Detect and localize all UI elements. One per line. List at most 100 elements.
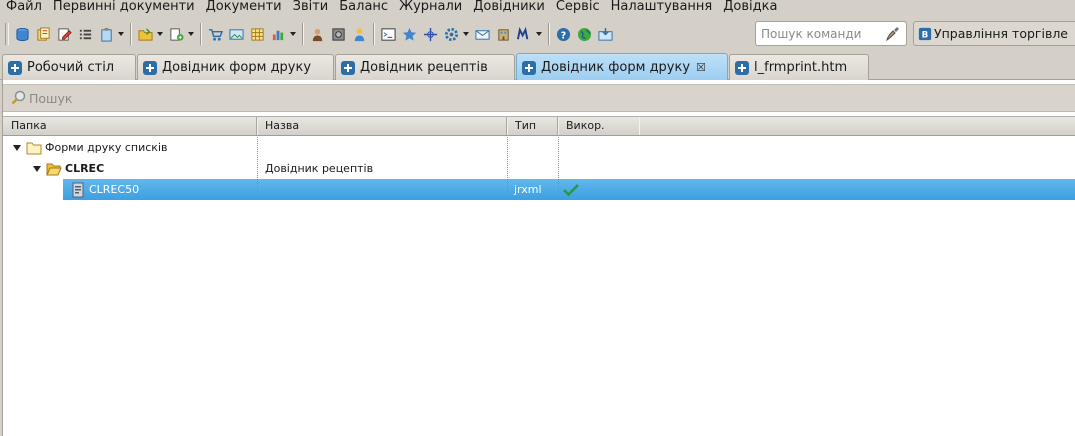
toolbar-separator [200,23,202,45]
menu-balance[interactable]: Баланс [339,0,388,14]
table-row[interactable]: Форми друку списків [3,137,1075,158]
toolbar-separator [373,23,375,45]
documents-icon[interactable] [33,23,54,45]
folder-label: Форми друку списків [45,141,168,154]
chart-dropdown[interactable] [268,23,299,45]
tab-label: Довідник форм друку [541,60,691,75]
table-row-selected[interactable]: CLREC50 jrxml [3,179,1075,200]
folder-cell: Форми друку списків [10,137,168,158]
new-document-dropdown[interactable] [166,23,197,45]
person-icon[interactable] [349,23,370,45]
list-icon[interactable] [75,23,96,45]
help-icon[interactable]: ? [553,23,574,45]
column-used[interactable]: Викор. [558,117,640,135]
open-folder-icon [46,163,62,175]
settings-dropdown[interactable] [441,23,472,45]
menu-file[interactable]: Файл [6,0,42,14]
safe-icon[interactable] [328,23,349,45]
toolbar-separator [302,23,304,45]
user-icon[interactable] [307,23,328,45]
search-label: Пошук [29,90,73,106]
form-icon [522,60,536,75]
menu-help[interactable]: Довідка [723,0,777,14]
search-icon [11,90,26,105]
console-icon[interactable] [378,23,399,45]
menu-journals[interactable]: Журнали [399,0,462,14]
building-icon[interactable] [493,23,514,45]
column-name[interactable]: Назва [257,117,508,135]
form-icon [735,60,749,75]
editor-tabbar: Робочий стіл Довідник форм друку Довідни… [0,52,1075,81]
close-tab-icon[interactable]: ☒ [696,61,706,74]
form-label: CLREC50 [89,183,140,196]
column-folder[interactable]: Папка [3,117,258,135]
forms-tree-table: Форми друку списків CLREC Довідник рецеп… [3,137,1075,200]
name-cell: Довідник рецептів [265,162,374,175]
tab-recipes[interactable]: Довідник рецептів [335,54,515,80]
cart-icon[interactable] [205,23,226,45]
macro-icon [517,26,529,39]
type-cell: jrxml [514,183,542,196]
toolbar-separator [548,23,550,45]
new-document-icon [170,27,184,41]
table-row[interactable]: CLREC Довідник рецептів [3,158,1075,179]
mail-icon[interactable] [472,23,493,45]
perspective-switcher[interactable]: B Управління торгівле [913,21,1075,46]
perspective-label: Управління торгівле [934,26,1069,41]
perspective-icon: B [918,27,932,40]
column-type[interactable]: Тип [507,117,559,135]
menu-reports[interactable]: Звіти [293,0,329,14]
menu-service[interactable]: Сервіс [556,0,600,14]
tab-label: Робочий стіл [27,60,115,75]
command-search-field[interactable] [755,21,907,46]
menubar: Файл Первинні документи Документи Звіти … [0,0,1075,14]
column-divider [507,137,508,200]
edit-document-icon[interactable] [54,23,75,45]
svg-text:?: ? [561,30,566,41]
menu-settings[interactable]: Налаштування [611,0,713,14]
command-search-input[interactable] [761,26,879,41]
database-icon[interactable] [12,23,33,45]
search-bar[interactable]: Пошук [3,84,1075,112]
menu-primary-documents[interactable]: Первинні документи [53,0,195,14]
bar-chart-icon [272,30,284,40]
menu-directories[interactable]: Довідники [473,0,545,14]
expand-arrow-icon[interactable] [10,141,24,155]
svg-text:B: B [922,30,929,40]
toolbar-separator [130,23,132,45]
inbox-icon[interactable] [595,23,616,45]
open-folder-icon [138,27,153,41]
tab-desktop[interactable]: Робочий стіл [2,54,136,80]
print-forms-editor: Пошук Папка Назва Тип Викор. Форми друку… [2,80,1075,436]
folder-icon [26,142,42,154]
tab-print-forms[interactable]: Довідник форм друку [137,54,334,80]
macro-dropdown[interactable] [514,23,545,45]
tab-print-forms-active[interactable]: Довідник форм друку ☒ [516,53,728,81]
crosshair-icon[interactable] [420,23,441,45]
table-header: Папка Назва Тип Викор. [3,116,1075,136]
used-cell [563,179,579,200]
column-divider [257,137,258,200]
open-folder-dropdown[interactable] [135,23,166,45]
clipboard-dropdown[interactable] [96,23,127,45]
gear-icon [444,27,459,41]
folder-cell: CLREC [30,158,104,179]
tab-frmprint-htm[interactable]: l_frmprint.htm [729,54,869,80]
folder-cell: CLREC50 [68,179,139,200]
check-icon [563,183,579,196]
tab-label: l_frmprint.htm [754,60,848,75]
tab-label: Довідник форм друку [162,60,312,75]
grid-icon[interactable] [247,23,268,45]
column-divider [558,137,559,200]
clear-brush-icon[interactable] [884,26,900,42]
expand-arrow-icon[interactable] [30,162,44,176]
toolbar-grip[interactable] [5,23,9,45]
menu-documents[interactable]: Документи [206,0,282,14]
star-icon[interactable] [399,23,420,45]
globe-icon[interactable] [574,23,595,45]
picture-icon[interactable] [226,23,247,45]
report-file-icon [72,182,84,197]
folder-label: CLREC [65,162,105,175]
form-icon [143,60,157,75]
tab-label: Довідник рецептів [360,60,488,75]
